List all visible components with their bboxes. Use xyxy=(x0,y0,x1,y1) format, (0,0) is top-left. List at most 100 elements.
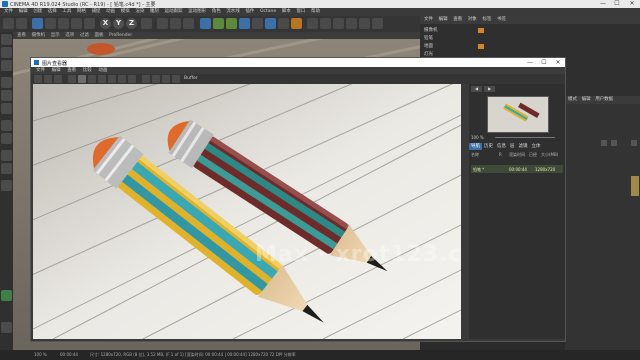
viewport-solo-icon[interactable] xyxy=(1,150,12,161)
split-compare-icon[interactable] xyxy=(128,75,136,83)
viewport-menu-panel[interactable]: 面板 xyxy=(94,32,103,39)
zoom-fit-icon[interactable] xyxy=(162,75,170,83)
tab-filter[interactable]: 滤镜 xyxy=(517,143,530,150)
om-menu-edit[interactable]: 编辑 xyxy=(439,16,448,24)
pv-minimize-button[interactable]: — xyxy=(523,58,537,67)
channel-red-icon[interactable] xyxy=(78,75,86,83)
menu-render[interactable]: 渲染 xyxy=(135,8,144,16)
workplane-mode-icon[interactable] xyxy=(1,60,12,71)
stop-render-icon[interactable] xyxy=(54,75,62,83)
octane-camera-tag-icon[interactable] xyxy=(346,18,357,29)
menu-create[interactable]: 创建 xyxy=(33,8,42,16)
scale-tool-icon[interactable] xyxy=(58,18,69,29)
channel-rgb-icon[interactable] xyxy=(68,75,76,83)
minimize-button[interactable]: — xyxy=(596,0,610,8)
channel-green-icon[interactable] xyxy=(88,75,96,83)
render-picture-viewer-icon[interactable] xyxy=(170,18,181,29)
render-settings-icon[interactable] xyxy=(183,18,194,29)
cinema-mode-icon[interactable] xyxy=(152,75,160,83)
lock-icon[interactable] xyxy=(611,140,617,146)
polygons-mode-icon[interactable] xyxy=(1,103,12,114)
y-axis-lock-button[interactable]: Y xyxy=(113,18,124,29)
viewport-menu-display[interactable]: 显示 xyxy=(51,32,60,39)
render-view-icon[interactable] xyxy=(157,18,168,29)
pv-close-button[interactable]: ✕ xyxy=(551,58,565,67)
spline-pen-icon[interactable] xyxy=(213,18,224,29)
channel-alpha-icon[interactable] xyxy=(108,75,116,83)
octane-object-tag-icon[interactable] xyxy=(372,18,383,29)
tab-navigator[interactable]: 导航 xyxy=(469,143,482,150)
next-image-button[interactable]: ▶ xyxy=(484,86,495,92)
octane-settings-icon[interactable] xyxy=(320,18,331,29)
om-menu-file[interactable]: 文件 xyxy=(424,16,433,24)
light-icon[interactable] xyxy=(291,18,302,29)
recent-tool-icon[interactable] xyxy=(84,18,95,29)
new-panel-icon[interactable] xyxy=(631,140,637,146)
rendered-image[interactable]: Max · xrot123.cn xyxy=(33,84,461,339)
octane-material-icon[interactable] xyxy=(333,18,344,29)
octane-status-icon[interactable] xyxy=(1,290,12,301)
viewport-menu-cameras[interactable]: 摄像机 xyxy=(32,32,46,39)
filter-icon[interactable] xyxy=(172,75,180,83)
full-screen-icon[interactable] xyxy=(142,75,150,83)
move-tool-icon[interactable] xyxy=(45,18,56,29)
rotate-tool-icon[interactable] xyxy=(71,18,82,29)
menu-octane[interactable]: Octane xyxy=(260,8,276,16)
snap-icon[interactable] xyxy=(1,163,12,174)
previous-image-button[interactable]: ◀ xyxy=(471,86,482,92)
menu-sculpt[interactable]: 雕刻 xyxy=(150,8,159,16)
ab-compare-icon[interactable] xyxy=(118,75,126,83)
lock-workplane-icon[interactable] xyxy=(1,180,12,191)
menu-plugins[interactable]: 插件 xyxy=(245,8,254,16)
pv-menu-compare[interactable]: 比较 xyxy=(83,67,92,74)
enable-axis-icon[interactable] xyxy=(1,120,12,131)
menu-snap[interactable]: 捕捉 xyxy=(92,8,101,16)
object-row[interactable]: 摄像机 xyxy=(424,27,438,34)
menu-tools[interactable]: 工具 xyxy=(62,8,71,16)
z-axis-lock-button[interactable]: Z xyxy=(126,18,137,29)
viewport-menu-view[interactable]: 查看 xyxy=(17,32,26,39)
pv-menu-view[interactable]: 查看 xyxy=(67,67,76,74)
texture-mode-icon[interactable] xyxy=(1,47,12,58)
om-menu-objects[interactable]: 对象 xyxy=(468,16,477,24)
attr-menu-edit[interactable]: 编辑 xyxy=(582,96,591,104)
om-menu-view[interactable]: 查看 xyxy=(453,16,462,24)
x-axis-lock-button[interactable]: X xyxy=(100,18,111,29)
menu-mesh[interactable]: 网格 xyxy=(77,8,86,16)
zoom-value[interactable]: 100 % xyxy=(471,135,484,140)
tweak-mode-icon[interactable] xyxy=(1,133,12,144)
zoom-slider[interactable] xyxy=(495,137,555,138)
menu-motion-tracker[interactable]: 运动跟踪 xyxy=(165,8,183,16)
tab-history[interactable]: 历史 xyxy=(482,143,495,150)
menu-edit[interactable]: 编辑 xyxy=(19,8,28,16)
octane-live-viewer-icon[interactable] xyxy=(307,18,318,29)
menu-pipeline[interactable]: 流水线 xyxy=(226,8,240,16)
cube-primitive-icon[interactable] xyxy=(200,18,211,29)
object-row[interactable]: 铅笔 xyxy=(424,35,433,42)
menu-animate[interactable]: 动画 xyxy=(106,8,115,16)
array-generator-icon[interactable] xyxy=(239,18,250,29)
om-menu-tags[interactable]: 标签 xyxy=(482,16,491,24)
search-icon[interactable] xyxy=(601,140,607,146)
octane-daylight-icon[interactable] xyxy=(359,18,370,29)
tab-info[interactable]: 信息 xyxy=(495,143,508,150)
menu-simulate[interactable]: 模拟 xyxy=(121,8,130,16)
undo-icon[interactable] xyxy=(3,18,14,29)
floor-environment-icon[interactable] xyxy=(265,18,276,29)
pv-menu-file[interactable]: 文件 xyxy=(36,67,45,74)
menu-character[interactable]: 角色 xyxy=(212,8,221,16)
menu-window[interactable]: 窗口 xyxy=(296,8,305,16)
menu-file[interactable]: 文件 xyxy=(4,8,13,16)
navigator-thumbnail[interactable] xyxy=(487,96,549,133)
menu-mograph[interactable]: 运动图形 xyxy=(188,8,206,16)
maximize-button[interactable]: ☐ xyxy=(610,0,624,8)
coordinate-system-icon[interactable] xyxy=(141,18,152,29)
points-mode-icon[interactable] xyxy=(1,77,12,88)
save-image-icon[interactable] xyxy=(34,75,42,83)
python-console-icon[interactable] xyxy=(1,322,12,333)
bend-deformer-icon[interactable] xyxy=(252,18,263,29)
om-menu-bookmarks[interactable]: 书签 xyxy=(497,16,506,24)
tab-stereo[interactable]: 立体 xyxy=(530,143,543,150)
side-tab[interactable] xyxy=(631,176,639,196)
object-row[interactable]: 地面 xyxy=(424,43,433,50)
